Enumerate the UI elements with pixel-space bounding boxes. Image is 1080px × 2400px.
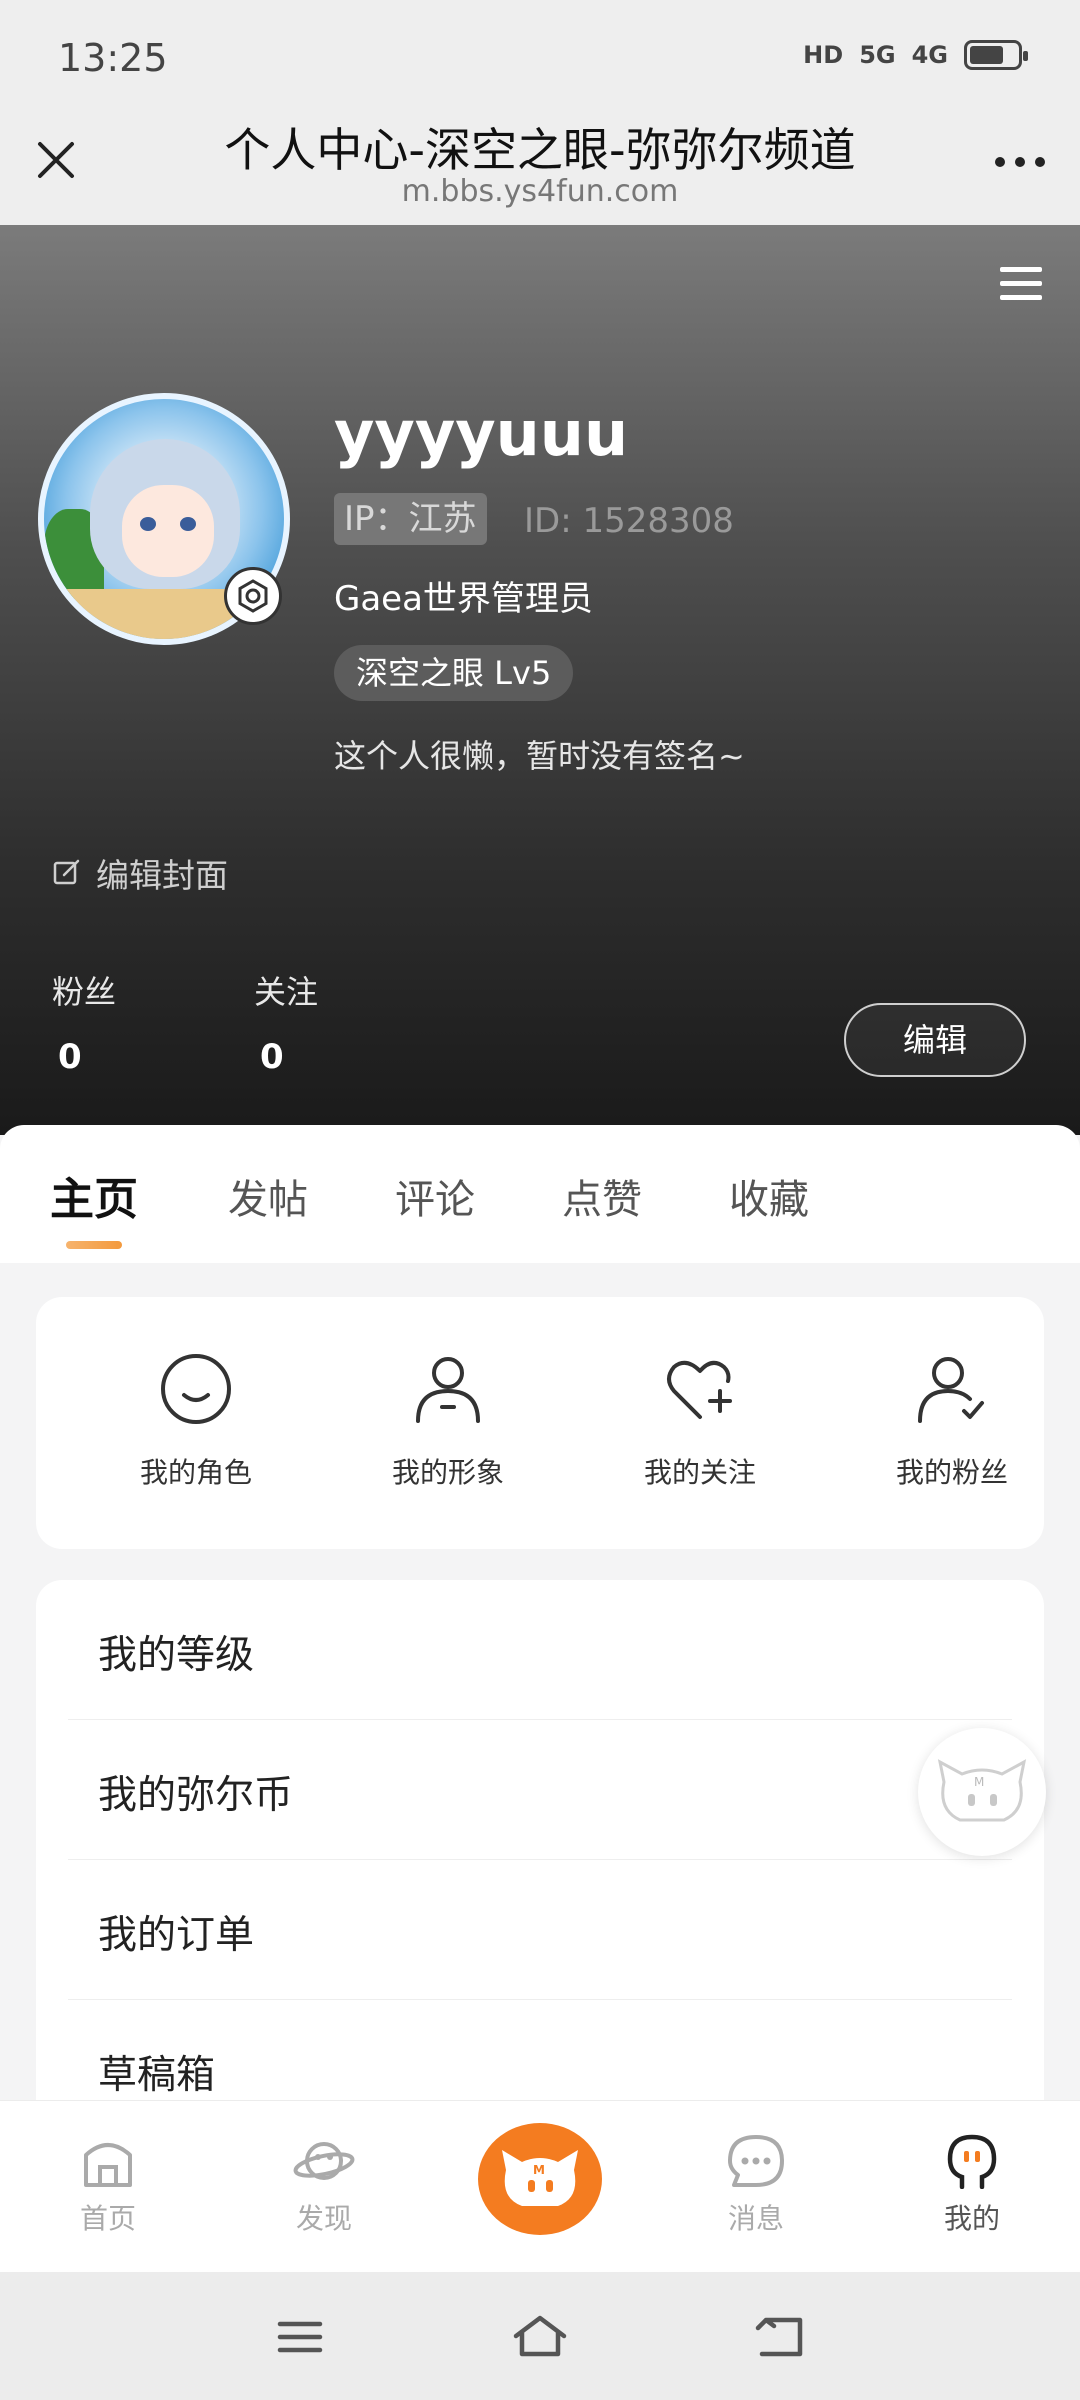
status-time: 13:25 [58,36,168,80]
edit-cover-label: 编辑封面 [96,856,228,895]
tab-favorites[interactable]: 收藏 [729,1167,809,1225]
menu-item-label: 我的订单 [98,1913,255,1958]
back-icon[interactable] [752,2312,812,2362]
tab-likes[interactable]: 点赞 [562,1167,642,1225]
hd-icon: HD [803,41,844,69]
menu-item-label: 草稿箱 [98,2053,216,2098]
quick-link-label: 我的形象 [391,1456,504,1489]
signal-5g-icon: 5G [859,41,896,69]
signal-4g-icon: 4G [911,41,948,69]
mascot-icon: M [502,2150,578,2206]
profile-cover: yyyyuuu IP：江苏 ID: 1528308 Gaea世界管理员 深空之眼… [0,225,1080,1135]
hamburger-menu-icon[interactable] [1000,267,1042,301]
tab-posts[interactable]: 发帖 [228,1167,308,1225]
menu-list: 我的等级 我的弥尔币 我的订单 草稿箱 [36,1580,1044,2140]
svg-text:M: M [974,1775,984,1789]
page-url: m.bbs.ys4fun.com [401,174,679,209]
quick-link-my-follows[interactable]: 我的关注 [600,1349,800,1491]
svg-text:M: M [533,2163,545,2177]
quick-link-my-avatar[interactable]: 我的形象 [348,1349,548,1491]
nav-label: 我的 [943,2202,1000,2235]
heart-plus-icon [667,1360,732,1419]
nav-profile[interactable]: 我的 [902,2133,1042,2237]
battery-icon [964,40,1028,70]
menu-item-my-orders[interactable]: 我的订单 [68,1860,1012,2000]
nav-messages[interactable]: 消息 [686,2133,826,2237]
status-bar: 13:25 HD 5G 4G [0,0,1080,108]
user-signature: 这个人很懒，暂时没有签名~ [334,737,745,775]
nav-home[interactable]: 首页 [38,2133,178,2237]
more-dots-icon[interactable] [990,148,1050,176]
edit-profile-button[interactable]: 编辑 [844,1003,1026,1077]
planet-icon [293,2142,355,2180]
floating-mascot-icon[interactable]: M [918,1728,1046,1856]
nav-center-mascot-button[interactable]: M [478,2123,602,2235]
quick-link-label: 我的关注 [643,1456,756,1489]
menu-item-label: 我的弥尔币 [98,1773,294,1818]
ip-location-tag: IP：江苏 [334,493,487,545]
bottom-nav: 首页 发现 M 消息 我的 [0,2100,1080,2272]
chat-icon [728,2135,784,2187]
avatar-frame-badge-icon [224,567,282,625]
profile-tabs: 主页 发帖 评论 点赞 收藏 [0,1125,1080,1263]
nav-label: 消息 [727,2202,784,2235]
system-nav-bar [0,2272,1080,2400]
home-icon [84,2143,132,2187]
follow-label: 关注 [254,973,319,1011]
nav-label: 首页 [79,2202,136,2235]
quick-links-card: 我的角色 我的形象 我的关注 我的粉丝 [36,1297,1044,1549]
nav-label: 发现 [295,2202,352,2235]
user-check-icon [918,1357,984,1423]
user-role: Gaea世界管理员 [334,579,593,619]
username: yyyyuuu [334,397,629,470]
user-id: ID: 1528308 [524,501,734,541]
quick-link-label: 我的角色 [139,1456,252,1489]
nav-discover[interactable]: 发现 [254,2133,394,2237]
tab-comments[interactable]: 评论 [395,1167,475,1225]
quick-link-my-fans[interactable]: 我的粉丝 [852,1349,1052,1491]
status-icons: HD 5G 4G [803,40,1028,70]
home-system-icon[interactable] [510,2312,570,2362]
profile-icon [947,2134,997,2190]
menu-item-my-level[interactable]: 我的等级 [68,1580,1012,1720]
quick-link-my-roles[interactable]: 我的角色 [96,1349,296,1491]
quick-link-label: 我的粉丝 [895,1456,1008,1489]
tab-home[interactable]: 主页 [50,1163,138,1227]
fans-label: 粉丝 [52,973,117,1011]
fans-stat[interactable]: 粉丝 0 [52,967,116,1077]
browser-header: 个人中心-深空之眼-弥弥尔频道 m.bbs.ys4fun.com [0,108,1080,225]
level-chip: 深空之眼 Lv5 [334,645,574,701]
user-icon [416,1357,480,1423]
menu-item-label: 我的等级 [98,1633,255,1678]
menu-item-my-coins[interactable]: 我的弥尔币 [68,1720,1012,1860]
fans-count: 0 [58,1037,82,1077]
edit-icon [53,859,80,885]
recent-apps-icon[interactable] [270,2312,330,2362]
smile-face-icon [161,1354,231,1424]
active-tab-indicator [66,1241,122,1249]
follow-stat[interactable]: 关注 0 [254,967,318,1077]
edit-cover-button[interactable]: 编辑封面 [52,849,228,897]
page-title: 个人中心-深空之眼-弥弥尔频道 [224,123,856,177]
follow-count: 0 [260,1037,284,1077]
